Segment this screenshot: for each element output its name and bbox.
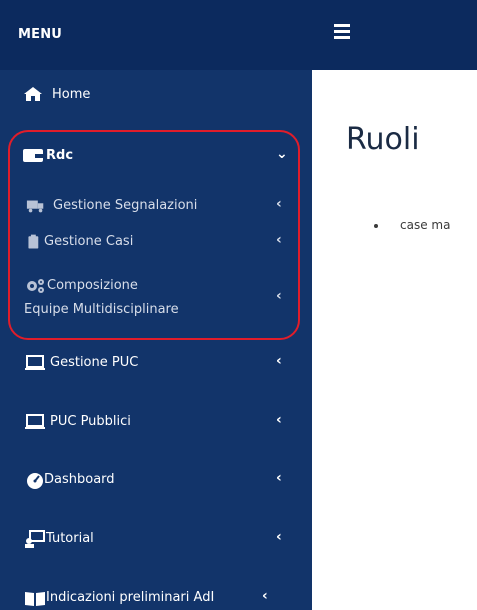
sidebar-item-gestione-puc[interactable]: Gestione PUC ‹	[0, 353, 312, 373]
laptop-icon	[25, 414, 45, 429]
sidebar-item-label: Gestione PUC	[50, 355, 139, 370]
home-icon	[24, 87, 42, 101]
sidebar-item-indicazioni-preliminari[interactable]: Indicazioni preliminari AdI ‹	[0, 588, 312, 608]
chevron-left-icon: ‹	[262, 588, 268, 604]
chevron-left-icon: ‹	[276, 353, 282, 369]
list-item-text: case ma	[400, 218, 451, 232]
sidebar-header: MENU	[0, 0, 312, 70]
book-icon	[25, 592, 45, 606]
chevron-left-icon: ‹	[276, 470, 282, 486]
sidebar-item-label: Home	[52, 87, 91, 102]
hamburger-icon[interactable]	[334, 24, 350, 42]
sidebar-item-home[interactable]: Home	[0, 85, 312, 109]
sidebar-item-label: Dashboard	[44, 472, 115, 487]
highlight-annotation	[8, 130, 300, 340]
tutorial-icon	[25, 530, 45, 548]
sidebar-item-label: Indicazioni preliminari AdI	[46, 590, 215, 605]
bullet-icon	[374, 223, 378, 228]
sidebar-item-puc-pubblici[interactable]: PUC Pubblici ‹	[0, 412, 312, 432]
sidebar-item-label: PUC Pubblici	[50, 414, 131, 429]
laptop-icon	[25, 355, 45, 370]
top-bar	[312, 0, 477, 70]
sidebar-item-label: Tutorial	[46, 531, 94, 546]
list-item: case ma	[374, 218, 450, 232]
sidebar-item-dashboard[interactable]: Dashboard ‹	[0, 470, 312, 490]
page-title: Ruoli	[346, 122, 420, 157]
sidebar: MENU Home Rdc ⌄ Gestione Segnalazioni ‹	[0, 0, 312, 610]
chevron-left-icon: ‹	[276, 412, 282, 428]
main-content: Ruoli case ma	[312, 70, 477, 610]
menu-title: MENU	[18, 27, 63, 42]
sidebar-item-tutorial[interactable]: Tutorial ‹	[0, 529, 312, 549]
chevron-left-icon: ‹	[276, 529, 282, 545]
dashboard-icon	[27, 473, 43, 489]
